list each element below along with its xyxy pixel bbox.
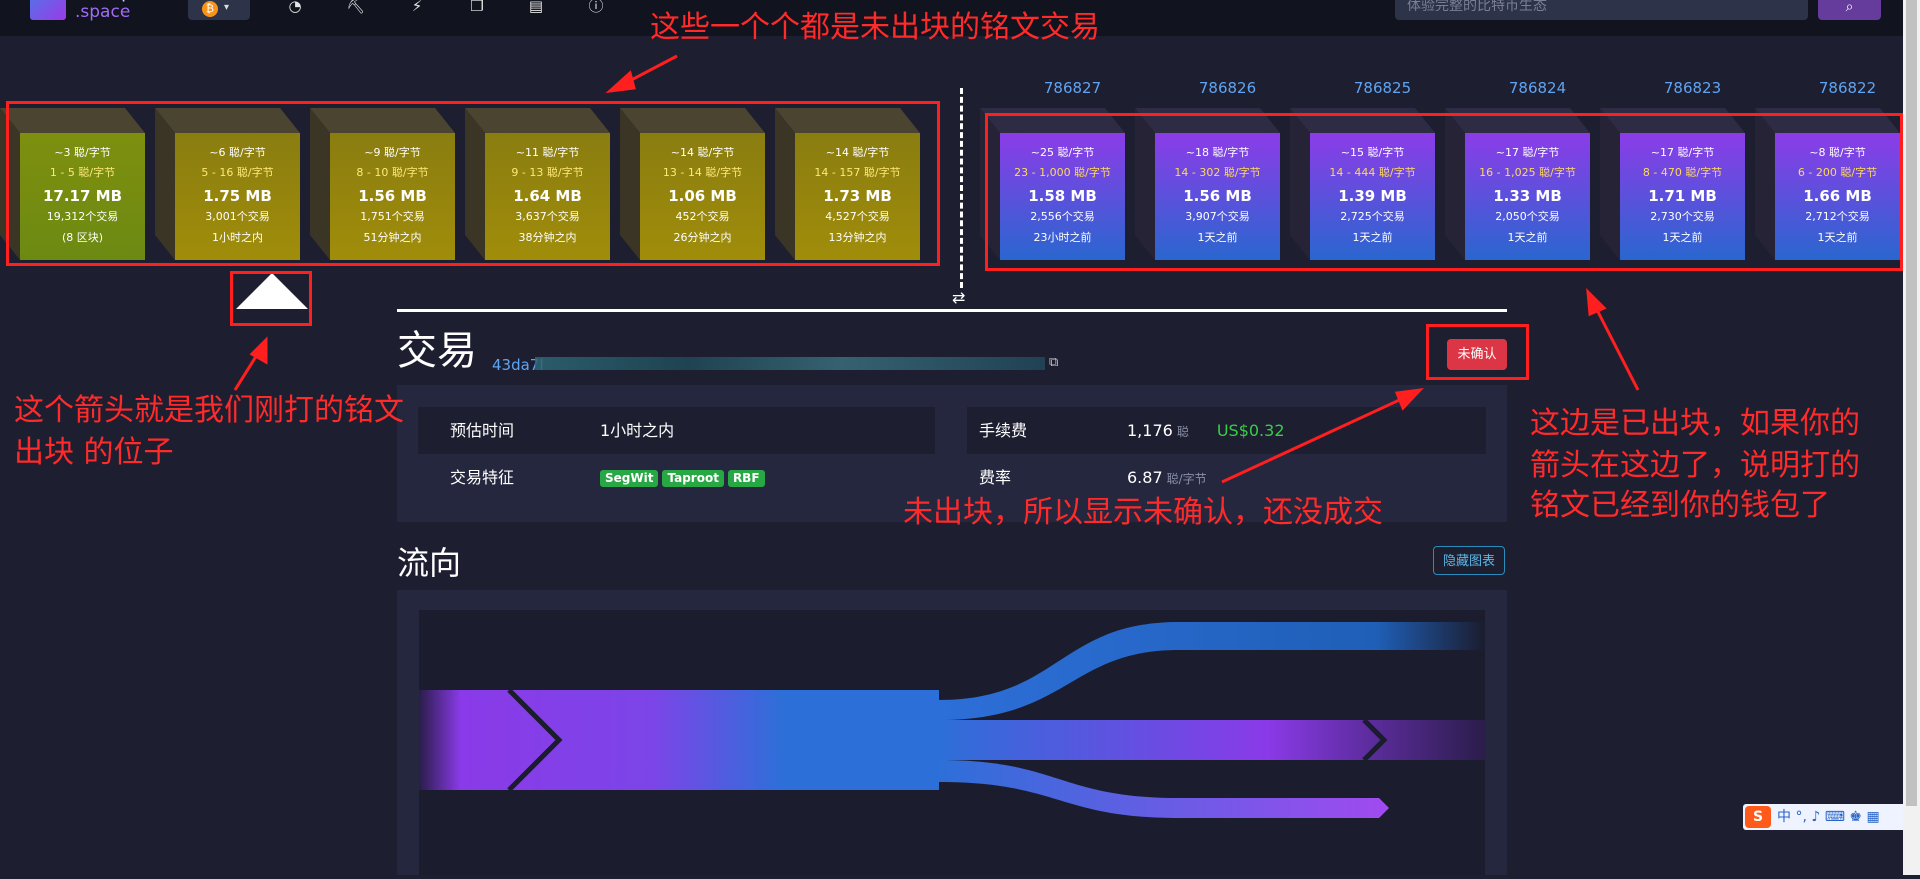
annotation-top: 这些一个个都是未出块的铭文交易 [650, 10, 1100, 45]
punct-icon[interactable]: °, [1795, 809, 1806, 825]
ime-toolbar[interactable]: S中 °, ♪ ⌨ ♚ ▦ [1743, 804, 1920, 830]
annotation-right-line3: 铭文已经到你的钱包了 [1530, 488, 1830, 523]
annotation-right-line2: 箭头在这边了，说明打的 [1530, 448, 1860, 483]
annotation-middle: 未出块，所以显示未确认，还没成交 [903, 495, 1383, 530]
keyboard-icon[interactable]: ⌨ [1825, 809, 1845, 825]
scrollbar-thumb[interactable] [1906, 0, 1917, 806]
mic-icon[interactable]: ♪ [1811, 809, 1820, 825]
skin-icon[interactable]: ♚ [1849, 809, 1862, 825]
annotation-left-line1: 这个箭头就是我们刚打的铭文 [14, 393, 404, 428]
ime-logo: S [1745, 806, 1771, 828]
annotation-right-line1: 这边是已出块，如果你的 [1530, 406, 1860, 441]
ime-language[interactable]: 中 [1777, 809, 1791, 825]
grid-icon[interactable]: ▦ [1866, 809, 1879, 825]
annotation-left-line2: 出块 的位子 [14, 435, 174, 470]
